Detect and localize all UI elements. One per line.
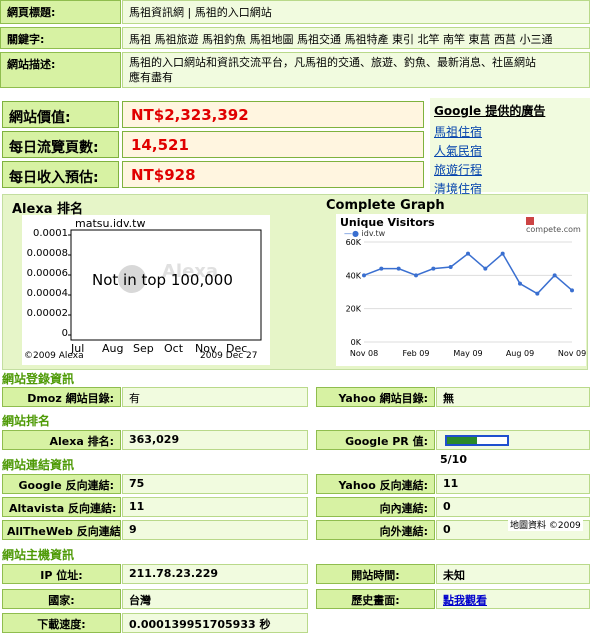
- alexa-xtick: Dec: [226, 342, 248, 355]
- description-label: 網站描述:: [0, 52, 121, 88]
- ad-link-3[interactable]: 旅遊行程: [434, 163, 482, 177]
- links-section-title: 網站連結資訊: [2, 458, 75, 472]
- inbound-links-label: 向內連結:: [316, 497, 435, 517]
- login-section-title: 網站登錄資訊: [2, 372, 75, 386]
- pagerank-bar: [445, 435, 509, 446]
- host-section-title: 網站主機資訊: [2, 548, 75, 562]
- alexa-xtick: Aug: [102, 342, 124, 355]
- alexa-rank-value: 363,029: [122, 430, 308, 450]
- compete-point: [552, 273, 557, 278]
- daily-income-amount: NT$928: [122, 161, 424, 188]
- compete-xtick: Nov 09: [558, 349, 586, 358]
- open-date-value: 未知: [436, 564, 590, 584]
- compete-ytick: 0K: [351, 338, 362, 347]
- alltheweb-backlinks-value: 9: [122, 520, 308, 540]
- keywords-value: 馬祖 馬祖旅遊 馬祖釣魚 馬祖地圖 馬祖交通 馬祖特產 東引 北竿 南竿 東莒 …: [122, 27, 590, 49]
- pagerank-label: Google PR 值:: [316, 430, 435, 450]
- compete-point: [466, 251, 470, 256]
- description-line-1: 馬祖的入口網站和資訊交流平台，凡馬祖的交通、旅遊、釣魚、最新消息、社區網站: [129, 56, 536, 69]
- download-speed-value: 0.000139951705933 秒: [122, 613, 308, 633]
- alltheweb-backlinks-label: AllTheWeb 反向連結:: [2, 520, 121, 540]
- compete-point: [500, 251, 505, 256]
- compete-xtick: May 09: [453, 349, 482, 358]
- inbound-links-value: 0: [436, 497, 590, 517]
- dmoz-label: Dmoz 網站目錄:: [2, 387, 121, 407]
- compete-point: [535, 291, 540, 296]
- alexa-xtick: Nov: [195, 342, 217, 355]
- alexa-chart: matsu.idv.tw Alexa Not in top 100,000 ©2…: [22, 215, 270, 365]
- compete-point: [362, 273, 366, 278]
- title-value: 馬祖資訊網 | 馬祖的入口網站: [122, 0, 590, 24]
- ad-link-2[interactable]: 人氣民宿: [434, 144, 482, 158]
- alexa-ytick: 0.00006: [26, 268, 68, 279]
- rank-section-title: 網站排名: [2, 414, 51, 428]
- compete-series-line: [363, 252, 573, 295]
- daily-views-label: 每日流覽頁數:: [2, 131, 119, 158]
- open-date-label: 開站時間:: [316, 564, 435, 584]
- outbound-links-label: 向外連結:: [316, 520, 435, 540]
- compete-point: [570, 288, 574, 293]
- compete-chart-svg: 60K 40K 20K 0K Nov 08 Feb 09 May 09 Aug 09 Nov 0…: [346, 238, 586, 358]
- yahoo-backlinks-value: 11: [436, 474, 590, 494]
- compete-point: [518, 281, 522, 286]
- compete-point: [379, 266, 384, 271]
- country-label: 國家:: [2, 589, 121, 609]
- description-value: 馬祖的入口網站和資訊交流平台，凡馬祖的交通、旅遊、釣魚、最新消息、社區網站 應有…: [122, 52, 590, 88]
- complete-chart-heading: Complete Graph: [326, 198, 445, 213]
- alexa-xtick: Sep: [133, 342, 154, 355]
- google-backlinks-value: 75: [122, 474, 308, 494]
- ads-heading: Google 提供的廣告: [434, 104, 546, 118]
- compete-ytick: 60K: [346, 238, 362, 247]
- dmoz-value: 有: [122, 387, 308, 407]
- ip-value: 211.78.23.229: [122, 564, 308, 584]
- alexa-rank-label: Alexa 排名:: [2, 430, 121, 450]
- compete-point: [414, 273, 418, 278]
- google-ads-panel: Google 提供的廣告 馬祖住宿 人氣民宿 旅遊行程 清境住宿: [430, 98, 590, 196]
- compete-chart: Unique Visitors compete.com —● idv.tw 60…: [336, 214, 586, 366]
- google-backlinks-label: Google 反向連結:: [2, 474, 121, 494]
- title-label: 網頁標題:: [0, 0, 121, 24]
- compete-xtick: Aug 09: [506, 349, 534, 358]
- country-value: 台灣: [122, 589, 308, 609]
- pagerank-value: 5/10: [440, 453, 467, 466]
- alexa-ytick: 0.00002: [26, 308, 68, 319]
- pagerank-bar-fill: [447, 437, 477, 444]
- compete-xtick: Feb 09: [403, 349, 430, 358]
- yahoo-backlinks-label: Yahoo 反向連結:: [316, 474, 435, 494]
- compete-ytick: 20K: [346, 305, 362, 314]
- history-cell: 點我觀看: [436, 589, 590, 609]
- yahoo-dir-value: 無: [436, 387, 590, 407]
- daily-income-label: 每日收入預估:: [2, 161, 119, 188]
- alexa-ytick: 0.0001: [33, 228, 68, 239]
- altavista-backlinks-label: Altavista 反向連結:: [2, 497, 121, 517]
- compete-point: [483, 266, 488, 271]
- map-data-note: 地圖資料 ©2009: [508, 518, 583, 531]
- compete-ytick: 40K: [346, 271, 362, 280]
- download-speed-label: 下載速度:: [2, 613, 121, 633]
- site-value-amount: NT$2,323,392: [122, 101, 424, 128]
- ip-label: IP 位址:: [2, 564, 121, 584]
- altavista-backlinks-value: 11: [122, 497, 308, 517]
- alexa-ytick: 0.00008: [26, 248, 68, 259]
- compete-point: [396, 266, 401, 271]
- alexa-xtick: Oct: [164, 342, 184, 355]
- alexa-ytick: 0.00004: [26, 288, 68, 299]
- alexa-ytick: 0: [61, 328, 68, 339]
- daily-views-amount: 14,521: [122, 131, 424, 158]
- history-link[interactable]: 點我觀看: [443, 594, 487, 607]
- site-value-label: 網站價值:: [2, 101, 119, 128]
- ad-link-1[interactable]: 馬祖住宿: [434, 125, 482, 139]
- compete-point: [431, 266, 436, 271]
- yahoo-dir-label: Yahoo 網站目錄:: [316, 387, 435, 407]
- description-line-2: 應有盡有: [129, 71, 173, 84]
- keywords-label: 關鍵字:: [0, 27, 121, 49]
- compete-xtick: Nov 08: [350, 349, 378, 358]
- alexa-xtick: Jul: [71, 342, 85, 355]
- pagerank-cell: [436, 430, 590, 450]
- alexa-overlay-text: Not in top 100,000: [92, 271, 233, 289]
- compete-point: [448, 265, 453, 269]
- history-label: 歷史畫面:: [316, 589, 435, 609]
